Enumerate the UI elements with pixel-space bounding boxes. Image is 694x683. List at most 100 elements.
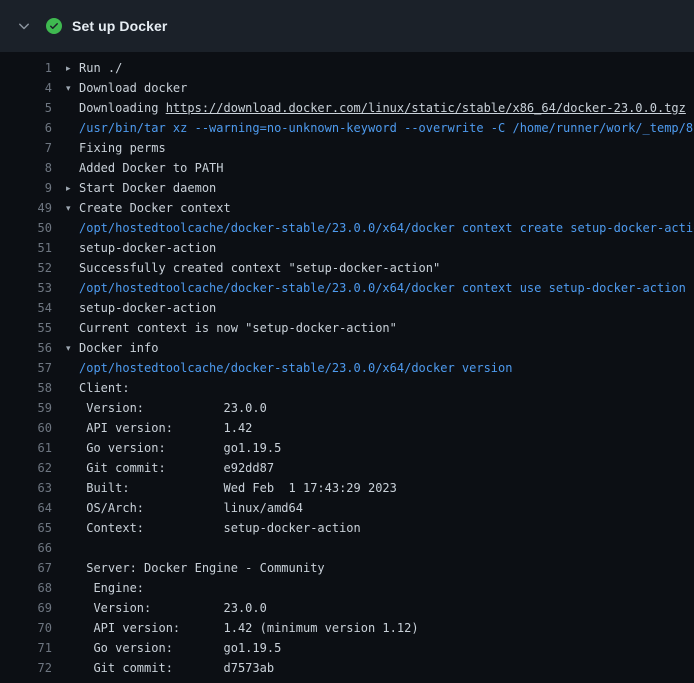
line-number[interactable]: 1 xyxy=(0,58,52,78)
log-line: 1 ▸Run ./ xyxy=(0,58,694,78)
log-area: 1▸Run ./4▾Download docker5Downloading ht… xyxy=(0,52,694,678)
log-text: Go version: go1.19.5 xyxy=(79,641,281,655)
line-number[interactable]: 68 xyxy=(0,578,52,598)
step-title: Set up Docker xyxy=(72,18,167,34)
log-text: Version: 23.0.0 xyxy=(79,401,267,415)
log-text: Start Docker daemon xyxy=(79,181,216,195)
line-content: Context: setup-docker-action xyxy=(66,518,694,538)
line-content: /opt/hostedtoolcache/docker-stable/23.0.… xyxy=(66,278,694,298)
group-expanded-icon[interactable]: ▾ xyxy=(66,339,79,359)
line-number[interactable]: 66 xyxy=(0,538,52,558)
line-number[interactable]: 72 xyxy=(0,658,52,678)
line-content[interactable]: ▾Create Docker context xyxy=(66,198,694,218)
line-content: Current context is now "setup-docker-act… xyxy=(66,318,694,338)
log-link[interactable]: https://download.docker.com/linux/static… xyxy=(166,101,686,115)
chevron-down-icon[interactable] xyxy=(16,18,32,34)
line-number[interactable]: 8 xyxy=(0,158,52,178)
log-line: 54setup-docker-action xyxy=(0,298,694,318)
log-text: Git commit: d7573ab xyxy=(79,661,274,675)
log-line: 72 Git commit: d7573ab xyxy=(0,658,694,678)
line-number[interactable]: 65 xyxy=(0,518,52,538)
log-line: 62 Git commit: e92dd87 xyxy=(0,458,694,478)
log-text: Server: Docker Engine - Community xyxy=(79,561,325,575)
log-line: 59 Version: 23.0.0 xyxy=(0,398,694,418)
line-content: Go version: go1.19.5 xyxy=(66,438,694,458)
log-command-text: /opt/hostedtoolcache/docker-stable/23.0.… xyxy=(79,281,686,295)
log-command-text: /opt/hostedtoolcache/docker-stable/23.0.… xyxy=(79,361,512,375)
log-text: Git commit: e92dd87 xyxy=(79,461,274,475)
log-line: 63 Built: Wed Feb 1 17:43:29 2023 xyxy=(0,478,694,498)
log-text: API version: 1.42 (minimum version 1.12) xyxy=(79,621,419,635)
line-content: setup-docker-action xyxy=(66,238,694,258)
line-number[interactable]: 9 xyxy=(0,178,52,198)
log-line: 65 Context: setup-docker-action xyxy=(0,518,694,538)
line-number[interactable]: 70 xyxy=(0,618,52,638)
line-number[interactable]: 50 xyxy=(0,218,52,238)
log-line: 60 API version: 1.42 xyxy=(0,418,694,438)
line-number[interactable]: 71 xyxy=(0,638,52,658)
log-line: 51 setup-docker-action xyxy=(0,238,694,258)
log-text: Successfully created context "setup-dock… xyxy=(79,261,440,275)
log-line: 5Downloading https://download.docker.com… xyxy=(0,98,694,118)
line-number[interactable]: 55 xyxy=(0,318,52,338)
line-content: /opt/hostedtoolcache/docker-stable/23.0.… xyxy=(66,358,694,378)
line-content[interactable]: ▾Download docker xyxy=(66,78,694,98)
line-number[interactable]: 62 xyxy=(0,458,52,478)
line-number[interactable]: 60 xyxy=(0,418,52,438)
line-content[interactable]: ▸Run ./ xyxy=(66,58,694,78)
line-content[interactable]: ▸Start Docker daemon xyxy=(66,178,694,198)
line-number[interactable]: 61 xyxy=(0,438,52,458)
line-number[interactable]: 7 xyxy=(0,138,52,158)
line-content: /usr/bin/tar xz --warning=no-unknown-key… xyxy=(66,118,694,138)
log-line: 70 API version: 1.42 (minimum version 1.… xyxy=(0,618,694,638)
line-number[interactable]: 56 xyxy=(0,338,52,358)
log-line: 68 Engine: xyxy=(0,578,694,598)
line-number[interactable]: 6 xyxy=(0,118,52,138)
line-content: Successfully created context "setup-dock… xyxy=(66,258,694,278)
line-number[interactable]: 57 xyxy=(0,358,52,378)
line-number[interactable]: 64 xyxy=(0,498,52,518)
line-number[interactable]: 63 xyxy=(0,478,52,498)
line-content: OS/Arch: linux/amd64 xyxy=(66,498,694,518)
group-collapsed-icon[interactable]: ▸ xyxy=(66,59,79,79)
log-text: Download docker xyxy=(79,81,187,95)
log-text: Run ./ xyxy=(79,61,122,75)
line-content: API version: 1.42 xyxy=(66,418,694,438)
line-number[interactable]: 59 xyxy=(0,398,52,418)
log-line: 66 xyxy=(0,538,694,558)
log-text: Built: Wed Feb 1 17:43:29 2023 xyxy=(79,481,397,495)
step-header[interactable]: Set up Docker xyxy=(0,0,694,52)
log-line: 8Added Docker to PATH xyxy=(0,158,694,178)
log-line: 50/opt/hostedtoolcache/docker-stable/23.… xyxy=(0,218,694,238)
line-content xyxy=(66,538,694,558)
line-content: Version: 23.0.0 xyxy=(66,598,694,618)
line-number[interactable]: 53 xyxy=(0,278,52,298)
log-line: 56 ▾Docker info xyxy=(0,338,694,358)
line-number[interactable]: 5 xyxy=(0,98,52,118)
line-number[interactable]: 54 xyxy=(0,298,52,318)
line-number[interactable]: 58 xyxy=(0,378,52,398)
log-text: OS/Arch: linux/amd64 xyxy=(79,501,303,515)
line-number[interactable]: 67 xyxy=(0,558,52,578)
log-line: 49 ▾Create Docker context xyxy=(0,198,694,218)
group-expanded-icon[interactable]: ▾ xyxy=(66,199,79,219)
log-text: Go version: go1.19.5 xyxy=(79,441,281,455)
line-content: Version: 23.0.0 xyxy=(66,398,694,418)
log-text: Version: 23.0.0 xyxy=(79,601,267,615)
line-content[interactable]: ▾Docker info xyxy=(66,338,694,358)
log-text: Docker info xyxy=(79,341,158,355)
line-content: API version: 1.42 (minimum version 1.12) xyxy=(66,618,694,638)
line-number[interactable]: 49 xyxy=(0,198,52,218)
line-number[interactable]: 51 xyxy=(0,238,52,258)
check-circle-icon xyxy=(46,18,62,34)
log-line: 64 OS/Arch: linux/amd64 xyxy=(0,498,694,518)
group-expanded-icon[interactable]: ▾ xyxy=(66,79,79,99)
log-line: 71 Go version: go1.19.5 xyxy=(0,638,694,658)
line-number[interactable]: 52 xyxy=(0,258,52,278)
log-text: Context: setup-docker-action xyxy=(79,521,361,535)
line-content: Fixing perms xyxy=(66,138,694,158)
line-number[interactable]: 69 xyxy=(0,598,52,618)
line-number[interactable]: 4 xyxy=(0,78,52,98)
group-collapsed-icon[interactable]: ▸ xyxy=(66,179,79,199)
log-text: API version: 1.42 xyxy=(79,421,252,435)
